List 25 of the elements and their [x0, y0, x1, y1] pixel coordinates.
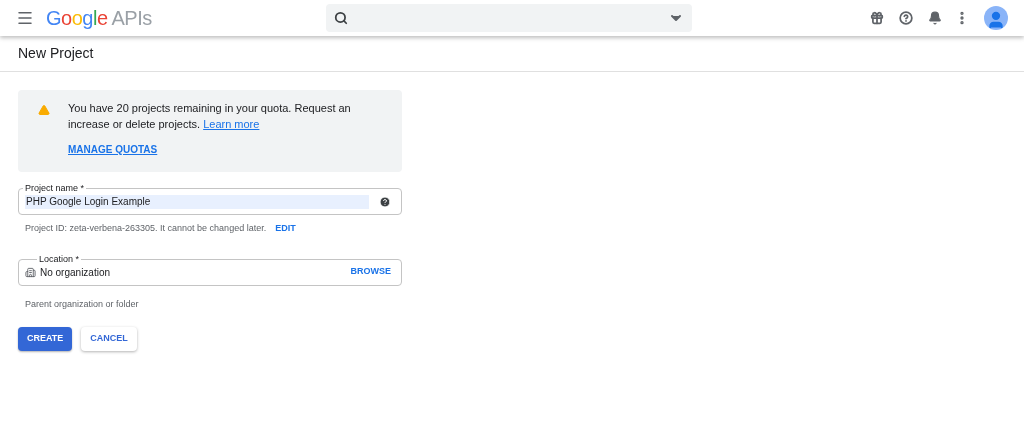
create-button[interactable]: CREATE: [18, 326, 73, 351]
warning-icon: [38, 104, 50, 116]
search-icon: [333, 11, 348, 25]
browse-button[interactable]: BROWSE: [350, 265, 391, 279]
project-id-hint: Project ID: zeta-verbena-263305. It cannot be changed later.: [25, 222, 267, 235]
search-field[interactable]: [325, 4, 692, 32]
field-label: Project name *: [23, 182, 87, 194]
menu-icon[interactable]: [16, 9, 34, 27]
product-name: APIs: [111, 6, 152, 31]
edit-link[interactable]: EDIT: [275, 222, 296, 236]
field-value: PHP Google Login Example: [25, 194, 369, 209]
notifications-icon[interactable]: [928, 11, 942, 25]
field-value: No organization: [40, 265, 112, 280]
help-icon[interactable]: [899, 11, 913, 25]
location-hint: Parent organization or folder: [25, 298, 139, 309]
quota-message: You have 20 projects remaining in your quota. Request an increase or delete projects. Learn more: [68, 101, 352, 132]
gift-icon[interactable]: [870, 11, 884, 25]
logo[interactable]: Google: [46, 3, 108, 33]
learn-more-link[interactable]: Learn more: [203, 118, 260, 130]
field-label: Location *: [37, 252, 82, 265]
page-title: New Project: [18, 44, 94, 63]
building-icon: [25, 266, 36, 278]
cancel-button[interactable]: CANCEL: [81, 326, 137, 351]
avatar[interactable]: [984, 6, 1008, 30]
manage-quotas-link[interactable]: MANAGE QUOTAS: [68, 142, 158, 157]
